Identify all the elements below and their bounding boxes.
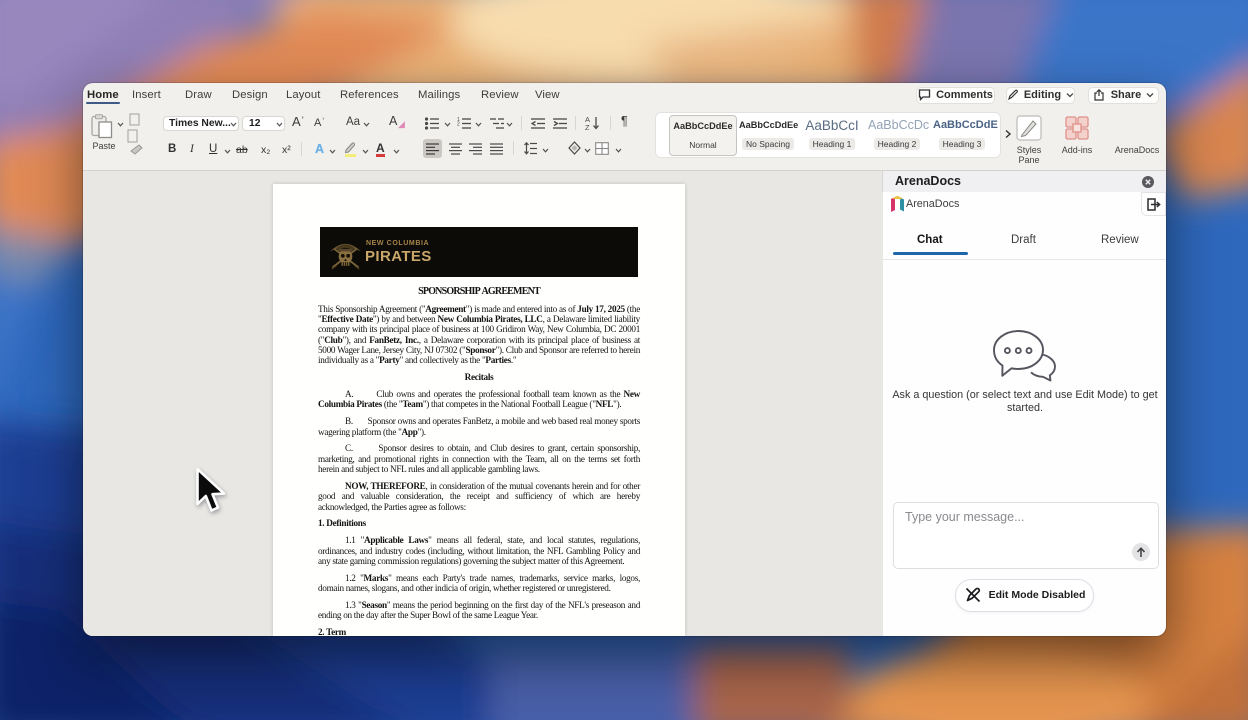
svg-text:Z: Z: [585, 123, 590, 131]
svg-text:2: 2: [457, 122, 460, 128]
